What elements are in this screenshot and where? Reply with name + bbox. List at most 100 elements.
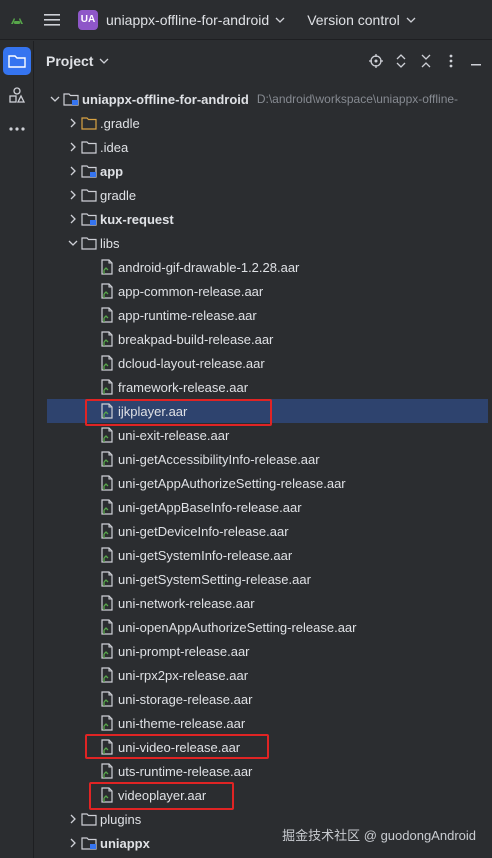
tree-row-aar[interactable]: videoplayer.aar	[35, 783, 492, 807]
aar-file-icon	[99, 667, 115, 683]
hide-panel-button[interactable]	[464, 49, 488, 73]
project-tool-button[interactable]	[3, 47, 31, 75]
tree-item-label: uni-getSystemSetting-release.aar	[118, 571, 311, 587]
tree-row-aar[interactable]: uni-getAccessibilityInfo-release.aar	[35, 447, 492, 471]
tree-row-aar[interactable]: uni-getAppAuthorizeSetting-release.aar	[35, 471, 492, 495]
collapse-all-button[interactable]	[414, 49, 438, 73]
tree-row-aar[interactable]: uni-exit-release.aar	[35, 423, 492, 447]
tree-row-aar[interactable]: dcloud-layout-release.aar	[35, 351, 492, 375]
chevron-down-icon[interactable]	[275, 17, 285, 23]
tree-item-label: videoplayer.aar	[118, 787, 207, 803]
folder-icon	[81, 187, 97, 203]
module-folder-icon	[81, 211, 97, 227]
tree-row-aar[interactable]: uni-rpx2px-release.aar	[35, 663, 492, 687]
tree-item-label: uni-exit-release.aar	[118, 427, 230, 443]
expand-icon	[396, 54, 406, 68]
more-tools-button[interactable]	[3, 115, 31, 143]
expand-arrow[interactable]	[65, 807, 81, 831]
tree-row-aar[interactable]: uni-network-release.aar	[35, 591, 492, 615]
aar-file-icon	[99, 523, 115, 539]
tree-row-aar[interactable]: uni-getDeviceInfo-release.aar	[35, 519, 492, 543]
expand-all-button[interactable]	[389, 49, 413, 73]
tree-row-aar[interactable]: uni-storage-release.aar	[35, 687, 492, 711]
tree-item-label: breakpad-build-release.aar	[118, 331, 274, 347]
tree-item-label: dcloud-layout-release.aar	[118, 355, 265, 371]
collapse-arrow[interactable]	[65, 231, 81, 255]
tree-item-label: gradle	[100, 187, 137, 203]
module-folder-icon	[63, 91, 79, 107]
tree-item-label: app-runtime-release.aar	[118, 307, 257, 323]
chevron-down-icon[interactable]	[406, 17, 416, 23]
aar-file-icon	[99, 643, 115, 659]
tree-item-label: app	[100, 163, 124, 179]
aar-file-icon	[99, 451, 115, 467]
aar-file-icon	[99, 403, 115, 419]
tree-item-label: app-common-release.aar	[118, 283, 264, 299]
tree-row-aar[interactable]: ijkplayer.aar	[47, 399, 488, 423]
tool-window-strip	[0, 41, 34, 858]
expand-arrow[interactable]	[65, 831, 81, 855]
tree-row-aar[interactable]: uni-getAppBaseInfo-release.aar	[35, 495, 492, 519]
chevron-down-icon	[50, 96, 60, 102]
expand-arrow[interactable]	[65, 111, 81, 135]
expand-arrow[interactable]	[65, 183, 81, 207]
locate-button[interactable]	[364, 49, 388, 73]
project-badge[interactable]: UA	[78, 9, 98, 30]
tree-row-aar[interactable]: uni-theme-release.aar	[35, 711, 492, 735]
tree-row-app[interactable]: app	[35, 159, 492, 183]
project-name-dropdown[interactable]: uniappx-offline-for-android	[106, 12, 269, 28]
folder-icon	[81, 235, 97, 251]
module-folder-icon	[81, 835, 97, 851]
tree-row-aar[interactable]: android-gif-drawable-1.2.28.aar	[35, 255, 492, 279]
chevron-down-icon[interactable]	[99, 58, 109, 64]
tree-row-aar[interactable]: uni-prompt-release.aar	[35, 639, 492, 663]
main-menu-button[interactable]	[34, 0, 70, 40]
tree-item-label: libs	[100, 235, 120, 251]
tree-row-aar[interactable]: uts-runtime-release.aar	[35, 759, 492, 783]
aar-file-icon	[99, 547, 115, 563]
tree-row-aar[interactable]: uni-openAppAuthorizeSetting-release.aar	[35, 615, 492, 639]
tree-row-aar[interactable]: app-common-release.aar	[35, 279, 492, 303]
aar-file-icon	[99, 691, 115, 707]
chevron-right-icon	[70, 838, 76, 848]
tree-row-kuxrequest[interactable]: kux-request	[35, 207, 492, 231]
tree-item-label: framework-release.aar	[118, 379, 249, 395]
version-control-dropdown[interactable]: Version control	[307, 12, 400, 28]
chevron-right-icon	[70, 190, 76, 200]
expand-arrow[interactable]	[65, 159, 81, 183]
panel-header: Project	[35, 41, 492, 81]
aar-file-icon	[99, 715, 115, 731]
tree-row-aar[interactable]: uni-video-release.aar	[35, 735, 492, 759]
tree-item-label: android-gif-drawable-1.2.28.aar	[118, 259, 300, 275]
tree-row-aar[interactable]: framework-release.aar	[35, 375, 492, 399]
tree-row-gradle[interactable]: gradle	[35, 183, 492, 207]
tree-row-aar[interactable]: uni-getSystemInfo-release.aar	[35, 543, 492, 567]
collapse-arrow[interactable]	[47, 87, 63, 111]
tree-row-gradle[interactable]: .gradle	[35, 111, 492, 135]
tree-row-aar[interactable]: uni-getSystemSetting-release.aar	[35, 567, 492, 591]
panel-title[interactable]: Project	[46, 53, 93, 69]
tree-row-aar[interactable]: breakpad-build-release.aar	[35, 327, 492, 351]
tree-row-libs[interactable]: libs	[35, 231, 492, 255]
options-button[interactable]	[439, 49, 463, 73]
tree-item-label: uni-getSystemInfo-release.aar	[118, 547, 293, 563]
structure-tool-button[interactable]	[3, 81, 31, 109]
tree-row-root[interactable]: uniappx-offline-for-android D:\android\wo…	[35, 87, 492, 111]
tree-item-label: .idea	[100, 139, 129, 155]
expand-arrow[interactable]	[65, 207, 81, 231]
tree-row-idea[interactable]: .idea	[35, 135, 492, 159]
aar-file-icon	[99, 571, 115, 587]
folder-icon	[81, 115, 97, 131]
tree-row-aar[interactable]: app-runtime-release.aar	[35, 303, 492, 327]
tree-item-label: uni-theme-release.aar	[118, 715, 246, 731]
expand-arrow[interactable]	[65, 135, 81, 159]
